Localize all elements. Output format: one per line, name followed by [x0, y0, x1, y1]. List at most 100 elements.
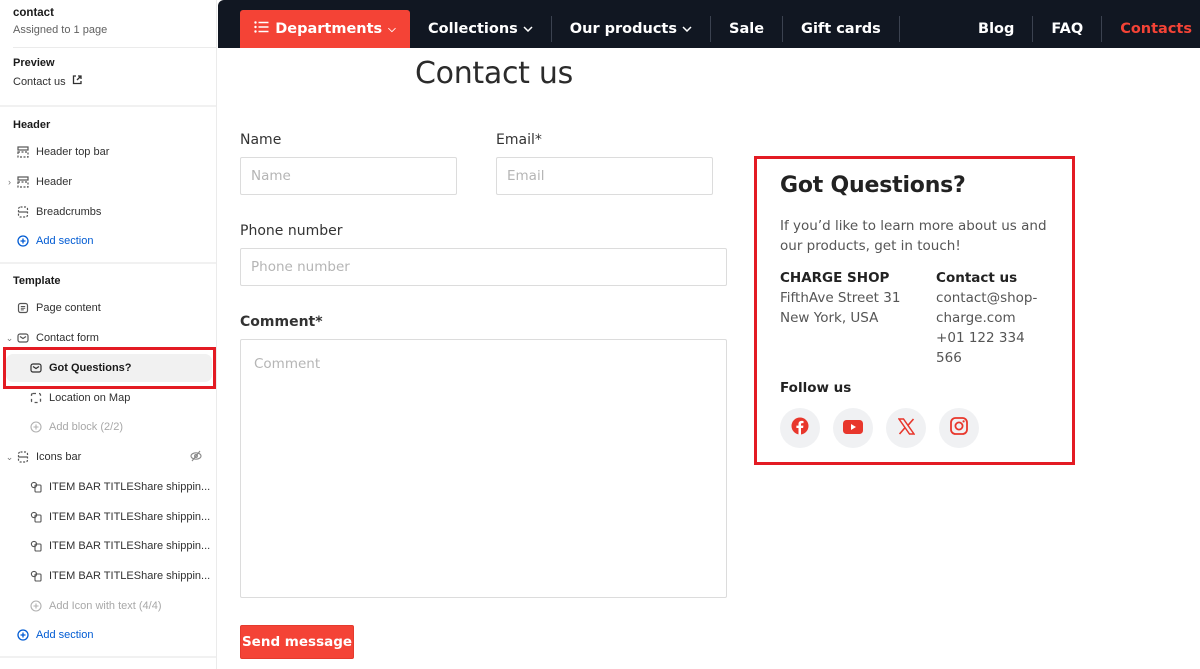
group-title-template: Template [13, 275, 61, 287]
chevron-down-icon [523, 24, 533, 35]
address-line: New York, USA [780, 310, 879, 326]
contact-phone[interactable]: +01 122 334 566 [936, 328, 1054, 368]
icon-block-icon [29, 481, 42, 494]
nav-gift-cards[interactable]: Gift cards [783, 10, 899, 48]
departments-button[interactable]: Departments ⌵ [240, 10, 410, 48]
chevron-right-icon[interactable]: › [3, 177, 16, 187]
add-block-button[interactable]: Add block (2/2) [0, 413, 216, 441]
youtube-link[interactable] [833, 408, 873, 448]
store-preview: Departments ⌵ Collections Our products S… [218, 0, 1200, 669]
chevron-down-icon[interactable]: ⌄ [3, 452, 16, 463]
facebook-link[interactable] [780, 408, 820, 448]
follow-us-label: Follow us [780, 380, 852, 396]
plus-circle-icon [29, 600, 42, 613]
eye-off-icon[interactable] [190, 450, 202, 465]
youtube-icon [843, 419, 863, 438]
nav-label: Our products [569, 21, 677, 37]
sidebar-item-icon-with-text[interactable]: ITEM BAR TITLEShare shippin... [0, 562, 216, 590]
instagram-link[interactable] [939, 408, 979, 448]
group-title-header: Header [13, 119, 51, 131]
plus-circle-icon [29, 421, 42, 434]
sidebar-item-header[interactable]: › Header [0, 168, 216, 196]
send-message-button[interactable]: Send message [240, 625, 354, 659]
shop-name: CHARGE SHOP [780, 270, 890, 286]
icon-block-icon [29, 540, 42, 553]
got-questions-block: Got Questions? If you’d like to learn mo… [754, 156, 1075, 465]
sidebar-item-got-questions[interactable]: Got Questions? [6, 354, 212, 382]
sidebar-item-label: Page content [36, 302, 101, 314]
sidebar-item-label: Header top bar [36, 146, 110, 158]
nav-label: FAQ [1051, 21, 1084, 37]
theme-editor-sidebar: contact Assigned to 1 page Preview Conta… [0, 0, 217, 669]
sidebar-item-label: Breadcrumbs [36, 206, 102, 218]
nav-label: Gift cards [801, 21, 881, 37]
add-section-button[interactable]: Add section [0, 227, 216, 255]
section-icon [16, 451, 29, 464]
section-icon [16, 146, 29, 159]
nav-label: Contacts [1120, 21, 1192, 37]
section-icon [16, 176, 29, 189]
sidebar-item-icon-with-text[interactable]: ITEM BAR TITLEShare shippin... [0, 503, 216, 531]
nav-faq[interactable]: FAQ [1033, 10, 1101, 48]
contact-email[interactable]: contact@shop-charge.com [936, 288, 1054, 328]
sidebar-item-icon-with-text[interactable]: ITEM BAR TITLEShare shippin... [0, 473, 216, 501]
social-links [780, 408, 1054, 448]
phone-label: Phone number [240, 223, 343, 239]
sidebar-item-label: ITEM BAR TITLEShare shippin... [49, 570, 211, 582]
sidebar-item-label: ITEM BAR TITLEShare shippin... [49, 481, 211, 493]
nav-our-products[interactable]: Our products [552, 10, 710, 48]
sidebar-item-icons-bar[interactable]: ⌄ Icons bar [0, 443, 216, 471]
add-icon-with-text-button[interactable]: Add Icon with text (4/4) [0, 592, 216, 620]
sidebar-item-breadcrumbs[interactable]: Breadcrumbs [0, 198, 216, 226]
email-part: charge.com [936, 310, 1016, 326]
sidebar-item-label: Icons bar [36, 451, 82, 463]
envelope-icon [16, 332, 29, 345]
name-label: Name [240, 132, 282, 148]
sidebar-item-location-on-map[interactable]: Location on Map [0, 384, 216, 412]
email-input[interactable] [496, 157, 713, 195]
divider [0, 262, 216, 264]
top-navigation: Departments ⌵ Collections Our products S… [218, 0, 1200, 48]
divider [0, 656, 216, 658]
comment-textarea[interactable] [240, 339, 727, 598]
preview-link-label: Contact us [13, 75, 66, 88]
sidebar-item-page-content[interactable]: Page content [0, 294, 216, 322]
plus-circle-icon [16, 629, 29, 642]
sidebar-item-label: Contact form [36, 332, 99, 344]
nav-contacts[interactable]: Contacts [1102, 10, 1200, 48]
chevron-down-icon[interactable]: ⌄ [3, 333, 16, 344]
list-icon [254, 21, 269, 37]
nav-sale[interactable]: Sale [711, 10, 782, 48]
contact-details: Contact us contact@shop-charge.com +01 1… [936, 268, 1054, 368]
icon-block-icon [29, 570, 42, 583]
preview-link[interactable]: Contact us [13, 75, 82, 88]
section-icon [16, 206, 29, 219]
add-section-label: Add section [36, 235, 94, 247]
x-link[interactable] [886, 408, 926, 448]
instagram-icon [950, 417, 968, 439]
page-content-icon [16, 302, 29, 315]
nav-label: Blog [978, 21, 1015, 37]
page-title: Contact us [415, 56, 573, 91]
departments-label: Departments [275, 21, 383, 37]
email-part: contact@shop- [936, 290, 1038, 306]
divider [0, 105, 216, 107]
sidebar-item-contact-form[interactable]: ⌄ Contact form [0, 324, 216, 352]
sidebar-item-header-top-bar[interactable]: Header top bar [0, 138, 216, 166]
nav-blog[interactable]: Blog [960, 10, 1032, 48]
block-icon [29, 392, 42, 405]
name-input[interactable] [240, 157, 457, 195]
add-section-button[interactable]: Add section [0, 621, 216, 649]
phone-input[interactable] [240, 248, 727, 286]
email-label: Email* [496, 132, 542, 148]
chevron-down-icon [682, 24, 692, 35]
sidebar-item-icon-with-text[interactable]: ITEM BAR TITLEShare shippin... [0, 532, 216, 560]
sidebar-item-label: Header [36, 176, 73, 188]
info-title: Got Questions? [780, 173, 966, 198]
comment-label: Comment* [240, 314, 323, 330]
sidebar-item-label: Got Questions? [49, 362, 132, 374]
icon-block-icon [29, 511, 42, 524]
template-name: contact [13, 7, 54, 19]
shop-address: CHARGE SHOP FifthAve Street 31 New York,… [780, 268, 936, 368]
nav-collections[interactable]: Collections [410, 10, 551, 48]
